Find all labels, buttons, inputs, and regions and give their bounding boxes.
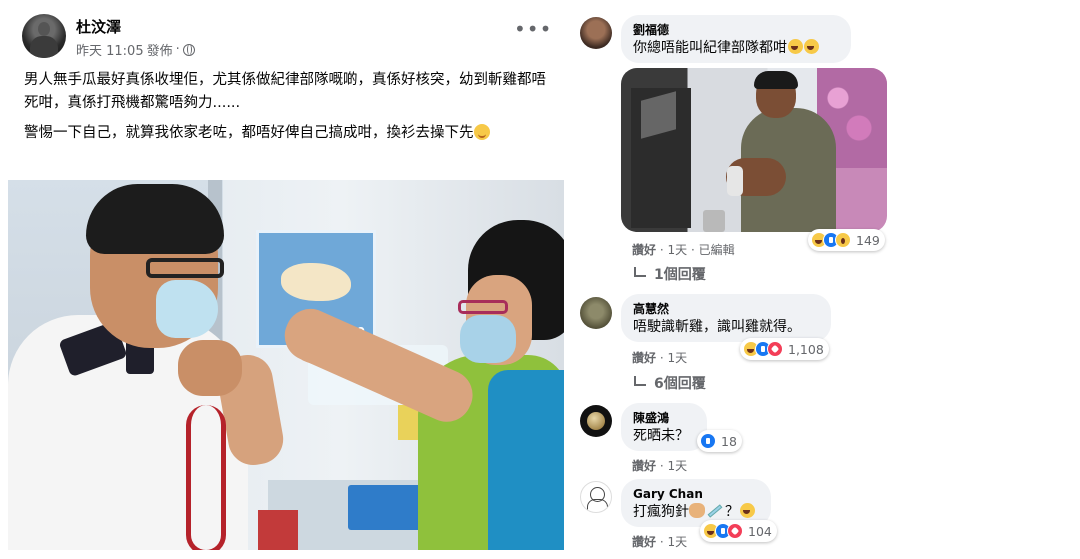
post-action: 發佈 (146, 44, 173, 59)
gym-cup (703, 210, 725, 232)
gym-man-hair (754, 71, 798, 89)
comment-time[interactable]: 1天 (668, 243, 688, 257)
photo-nurse-glasses (458, 300, 508, 314)
like-reaction-icon (700, 433, 716, 449)
reaction-summary[interactable]: 149 (808, 229, 885, 251)
syringe-emoji-icon (707, 504, 723, 518)
post-meta: 昨天 11:05 發佈 · (76, 40, 195, 59)
commenter-name[interactable]: 劉福德 (633, 22, 839, 38)
replies-label: 6個回覆 (654, 376, 706, 392)
author-avatar[interactable] (22, 14, 66, 58)
view-replies-link[interactable]: 6個回覆 (634, 373, 706, 393)
wow-reaction-icon (835, 232, 851, 248)
separator: · (659, 243, 664, 257)
comments-panel: 劉福德 你總唔能叫紀律部隊都咁 149 讚好 · 1天 · 已編輯 1個回覆 高… (566, 0, 1080, 559)
comment-actions: 讚好 · 1天 (632, 457, 687, 474)
comment-actions: 讚好 · 1天 (632, 533, 687, 550)
laugh-emoji-icon (804, 39, 819, 54)
commenter-avatar[interactable] (580, 17, 612, 49)
commenter-avatar[interactable] (580, 481, 612, 513)
love-reaction-icon (767, 341, 783, 357)
comment-time[interactable]: 1天 (668, 535, 688, 549)
laugh-emoji-icon (788, 39, 803, 54)
smile-emoji-icon (473, 124, 490, 140)
dog-emoji-icon (689, 503, 705, 518)
globe-icon (182, 43, 195, 56)
separator: · (659, 351, 664, 365)
reaction-count: 1,108 (788, 341, 824, 357)
comment-text: 唔駛識斬雞，識叫雞就得。 (633, 319, 801, 335)
post-paragraph-1: 男人無手瓜最好真係收埋佢，尤其係做紀律部隊嘅啲，真係好核突，幼到斬雞都唔死咁，真… (24, 72, 546, 111)
reaction-count: 18 (721, 433, 737, 449)
commenter-name[interactable]: Gary Chan (633, 486, 759, 502)
commenter-name[interactable]: 高慧然 (633, 301, 819, 317)
photo-officer-hand (178, 340, 242, 396)
photo-red-box (258, 510, 298, 550)
like-link[interactable]: 讚好 (632, 351, 656, 365)
facebook-post: 杜汶澤 昨天 11:05 發佈 · ••• 男人無手瓜最好真係收埋佢，尤其係做紀… (0, 0, 566, 559)
comment-text: 打瘋狗針 ？ (633, 502, 759, 522)
comment-text-body: 你總唔能叫紀律部隊都咁 (633, 40, 787, 56)
reaction-count: 149 (856, 232, 880, 248)
smile-emoji-icon (740, 503, 755, 518)
comment-text-end: ？ (725, 504, 739, 520)
reply-arrow-icon (634, 376, 646, 386)
reaction-summary[interactable]: 18 (697, 430, 742, 452)
commenter-avatar[interactable] (580, 297, 612, 329)
like-link[interactable]: 讚好 (632, 243, 656, 257)
post-paragraph-2: 警惕一下自己，就算我依家老咗，都唔好俾自己搞成咁，換衫去操下先 (24, 122, 559, 145)
reply-arrow-icon (634, 267, 646, 277)
comment-attached-photo[interactable] (621, 68, 887, 232)
comment-bubble: 高慧然 唔駛識斬雞，識叫雞就得。 (621, 294, 831, 342)
photo-officer-mask (156, 280, 218, 338)
comment-text-body: 打瘋狗針 (633, 504, 689, 520)
reaction-summary[interactable]: 1,108 (740, 338, 829, 360)
post-author-name[interactable]: 杜汶澤 (76, 16, 121, 37)
comment-text: 死晒未？ (633, 428, 689, 444)
edited-label: 已編輯 (698, 243, 735, 257)
photo-officer-glasses (146, 258, 224, 278)
comment-bubble: 劉福德 你總唔能叫紀律部隊都咁 (621, 15, 851, 63)
more-options-icon[interactable]: ••• (514, 19, 551, 44)
photo-nurse-uniform (488, 370, 564, 550)
like-link[interactable]: 讚好 (632, 459, 656, 473)
reaction-count: 104 (748, 523, 772, 539)
comment-actions: 讚好 · 1天 (632, 349, 687, 366)
commenter-name[interactable]: 陳盛鴻 (633, 410, 695, 426)
post-photo[interactable]: 20 (8, 180, 564, 550)
photo-lanyard (186, 405, 226, 550)
reaction-summary[interactable]: 104 (700, 520, 777, 542)
separator: · (659, 459, 664, 473)
comment-actions: 讚好 · 1天 · 已編輯 (632, 241, 735, 258)
replies-label: 1個回覆 (654, 267, 706, 283)
comment-bubble: 陳盛鴻 死晒未？ (621, 403, 707, 451)
separator: · (690, 243, 695, 257)
gym-bottle (727, 166, 743, 196)
photo-officer-hair (86, 184, 224, 254)
comment-time[interactable]: 1天 (668, 351, 688, 365)
post-time[interactable]: 昨天 11:05 (76, 40, 144, 59)
photo-nurse-mask (460, 315, 516, 363)
meta-separator: · (175, 42, 180, 57)
like-link[interactable]: 讚好 (632, 535, 656, 549)
comment-text: 你總唔能叫紀律部隊都咁 (633, 38, 839, 58)
separator: · (659, 535, 664, 549)
comment-time[interactable]: 1天 (668, 459, 688, 473)
post-paragraph-2-text: 警惕一下自己，就算我依家老咗，都唔好俾自己搞成咁，換衫去操下先 (24, 125, 474, 141)
love-reaction-icon (727, 523, 743, 539)
view-replies-link[interactable]: 1個回覆 (634, 264, 706, 284)
commenter-avatar[interactable] (580, 405, 612, 437)
